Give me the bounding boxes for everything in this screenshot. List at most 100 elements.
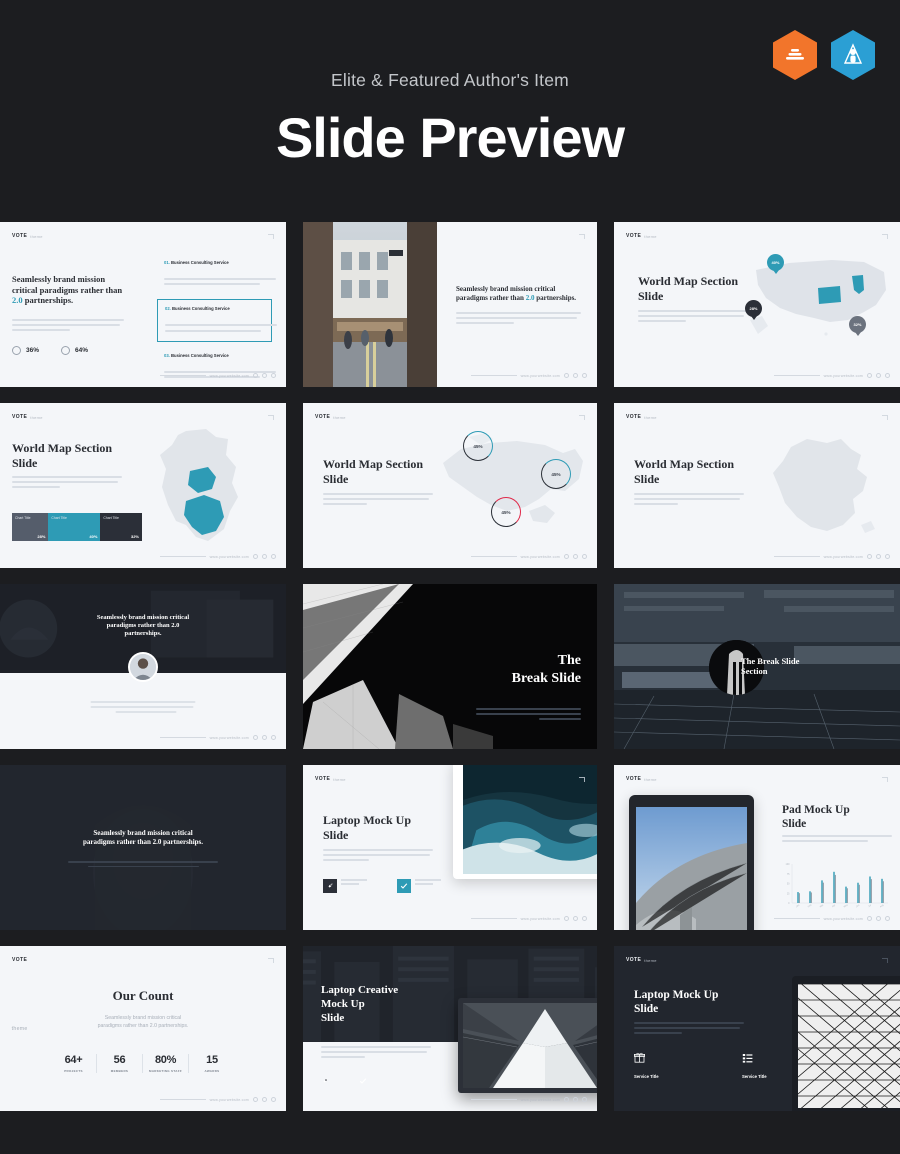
slide-grid: VOTE theme Seamlessly brand mission crit… — [0, 222, 900, 1129]
slide-title: The Break Slide Section — [741, 655, 800, 677]
slide-break[interactable]: The Break Slide — [303, 584, 597, 749]
map-donut-stat[interactable]: 45% — [541, 459, 571, 489]
slide-world-map-canada[interactable]: VOTE theme World Map Section Slide 45% 45%… — [303, 403, 597, 568]
hero-header: Elite & Featured Author's Item Slide Pre… — [0, 0, 900, 222]
social-icon[interactable] — [885, 554, 890, 559]
social-icon[interactable] — [262, 373, 267, 378]
slide-laptop-mockup-dark[interactable]: VOTE theme Laptop Mock Up Slide Service … — [614, 946, 900, 1111]
slide-break-section[interactable]: The Break Slide Section — [614, 584, 900, 749]
service-item: Service Title — [634, 1050, 690, 1082]
slide-content-list[interactable]: VOTE theme Seamlessly brand mission crit… — [0, 222, 286, 387]
social-icon[interactable] — [876, 916, 881, 921]
slide-footer: www.yourwebsite.com — [159, 1097, 276, 1102]
social-icon[interactable] — [271, 1097, 276, 1102]
body-text — [456, 312, 581, 328]
social-icon[interactable] — [564, 373, 569, 378]
list-item[interactable]: 01. Business Consulting Service — [157, 254, 276, 294]
social-icon[interactable] — [253, 373, 258, 378]
social-icon[interactable] — [271, 735, 276, 740]
svg-text:0: 0 — [788, 902, 790, 905]
social-icon[interactable] — [867, 916, 872, 921]
bar-chart: 0 25 50 75 100 Jan Feb Mar Apr May Jun Jul Aug — [782, 861, 890, 911]
social-icon[interactable] — [867, 554, 872, 559]
slide-testimonial[interactable]: Seamlessly brand mission critical paradi… — [0, 584, 286, 749]
map-pin[interactable]: 32% — [849, 316, 866, 336]
social-icon[interactable] — [564, 1097, 569, 1102]
legend-segment: Chart Title 40% — [48, 513, 101, 541]
testimonial-quote: Seamlessly brand mission critical paradi… — [96, 614, 190, 638]
list-icon — [742, 1050, 798, 1068]
svg-text:Apr: Apr — [831, 904, 836, 909]
corner-mark-icon — [268, 958, 274, 963]
social-icon[interactable] — [271, 373, 276, 378]
social-icon[interactable] — [573, 373, 578, 378]
slide-logo: VOTE theme — [626, 414, 657, 420]
social-icon[interactable] — [885, 916, 890, 921]
social-icon[interactable] — [582, 373, 587, 378]
map-pin[interactable]: 40% — [767, 254, 784, 274]
map-donut-stat[interactable]: 45% — [491, 497, 521, 527]
tablet-device-mockup — [792, 976, 900, 1111]
social-icon[interactable] — [582, 554, 587, 559]
slide-world-map-france[interactable]: VOTE theme World Map Section Slide www.you… — [614, 403, 900, 568]
social-icon[interactable] — [262, 1097, 267, 1102]
social-icon[interactable] — [253, 1097, 258, 1102]
social-icon[interactable] — [253, 735, 258, 740]
slide-title: Our Count — [112, 988, 174, 1003]
stat-item: 64% — [61, 346, 88, 355]
social-icon[interactable] — [564, 554, 569, 559]
slide-dark-statement[interactable]: Seamlessly brand mission critical paradig… — [0, 765, 286, 930]
laptop-device-mockup — [453, 765, 597, 879]
social-icon[interactable] — [573, 554, 578, 559]
social-icon[interactable] — [885, 373, 890, 378]
service-group: Service Title Service Title — [634, 1050, 798, 1082]
social-icon[interactable] — [876, 554, 881, 559]
slide-world-map-usa[interactable]: VOTE theme World Map Section Slide 40% 28%… — [614, 222, 900, 387]
rocket-icon — [323, 879, 337, 893]
slide-laptop-mockup[interactable]: VOTE theme Laptop Mock Up Slide www.your… — [303, 765, 597, 930]
ocean-wave-photo — [463, 765, 597, 874]
map-donut-stat[interactable]: 45% — [463, 431, 493, 461]
service-heading: Service Title — [634, 1074, 659, 1079]
social-icon[interactable] — [271, 554, 276, 559]
tablet-device-mockup — [629, 795, 754, 930]
social-icon[interactable] — [876, 373, 881, 378]
slide-footer: www.yourwebsite.com — [159, 554, 276, 559]
social-icon[interactable] — [573, 1097, 578, 1102]
social-icon[interactable] — [573, 916, 578, 921]
social-icon[interactable] — [253, 554, 258, 559]
slide-world-map-germany[interactable]: VOTE theme World Map Section Slide Chart T… — [0, 403, 286, 568]
slide-logo: VOTE theme — [315, 414, 346, 420]
map-pin[interactable]: 28% — [745, 300, 762, 320]
social-icon[interactable] — [262, 554, 267, 559]
body-text — [323, 493, 433, 509]
slide-logo: VOTE theme — [11, 957, 28, 1032]
list-item-selected[interactable]: 02. Business Consulting Service — [157, 299, 277, 342]
social-icon[interactable] — [582, 1097, 587, 1102]
slide-logo: VOTE theme — [12, 233, 43, 239]
slide-logo: VOTE theme — [626, 233, 657, 239]
social-icon[interactable] — [582, 916, 587, 921]
check-icon — [359, 1072, 367, 1090]
social-icon[interactable] — [262, 735, 267, 740]
corner-mark-icon — [268, 415, 274, 420]
list-item[interactable]: 03. Business Consulting Service — [157, 347, 276, 387]
social-icon[interactable] — [564, 916, 569, 921]
rocket-icon — [321, 1072, 329, 1090]
slide-laptop-creative-mockup[interactable]: Laptop Creative Mock Up Slide www.yourwe… — [303, 946, 597, 1111]
slide-photo-split[interactable]: Seamlessly brand mission critical paradi… — [303, 222, 597, 387]
corner-mark-icon — [882, 415, 888, 420]
svg-text:25: 25 — [787, 892, 790, 895]
social-icon[interactable] — [867, 373, 872, 378]
slide-footer: www.yourwebsite.com — [159, 373, 276, 378]
hero-subtitle: Elite & Featured Author's Item — [331, 70, 569, 90]
body-text — [476, 708, 581, 724]
slide-body: Seamlessly brand mission critical paradi… — [12, 274, 132, 334]
slide-our-count[interactable]: VOTE theme Our Count Seamlessly brand mis… — [0, 946, 286, 1111]
list-item-heading: 01. Business Consulting Service — [164, 260, 229, 265]
feature-item — [323, 879, 367, 893]
slide-logo: VOTE theme — [626, 957, 657, 963]
count-item: 15 AWARDS — [204, 1054, 220, 1073]
slide-footer: www.yourwebsite.com — [773, 373, 890, 378]
slide-pad-mockup[interactable]: VOTE theme Pad Mock Up Slide 0 25 50 75 … — [614, 765, 900, 930]
